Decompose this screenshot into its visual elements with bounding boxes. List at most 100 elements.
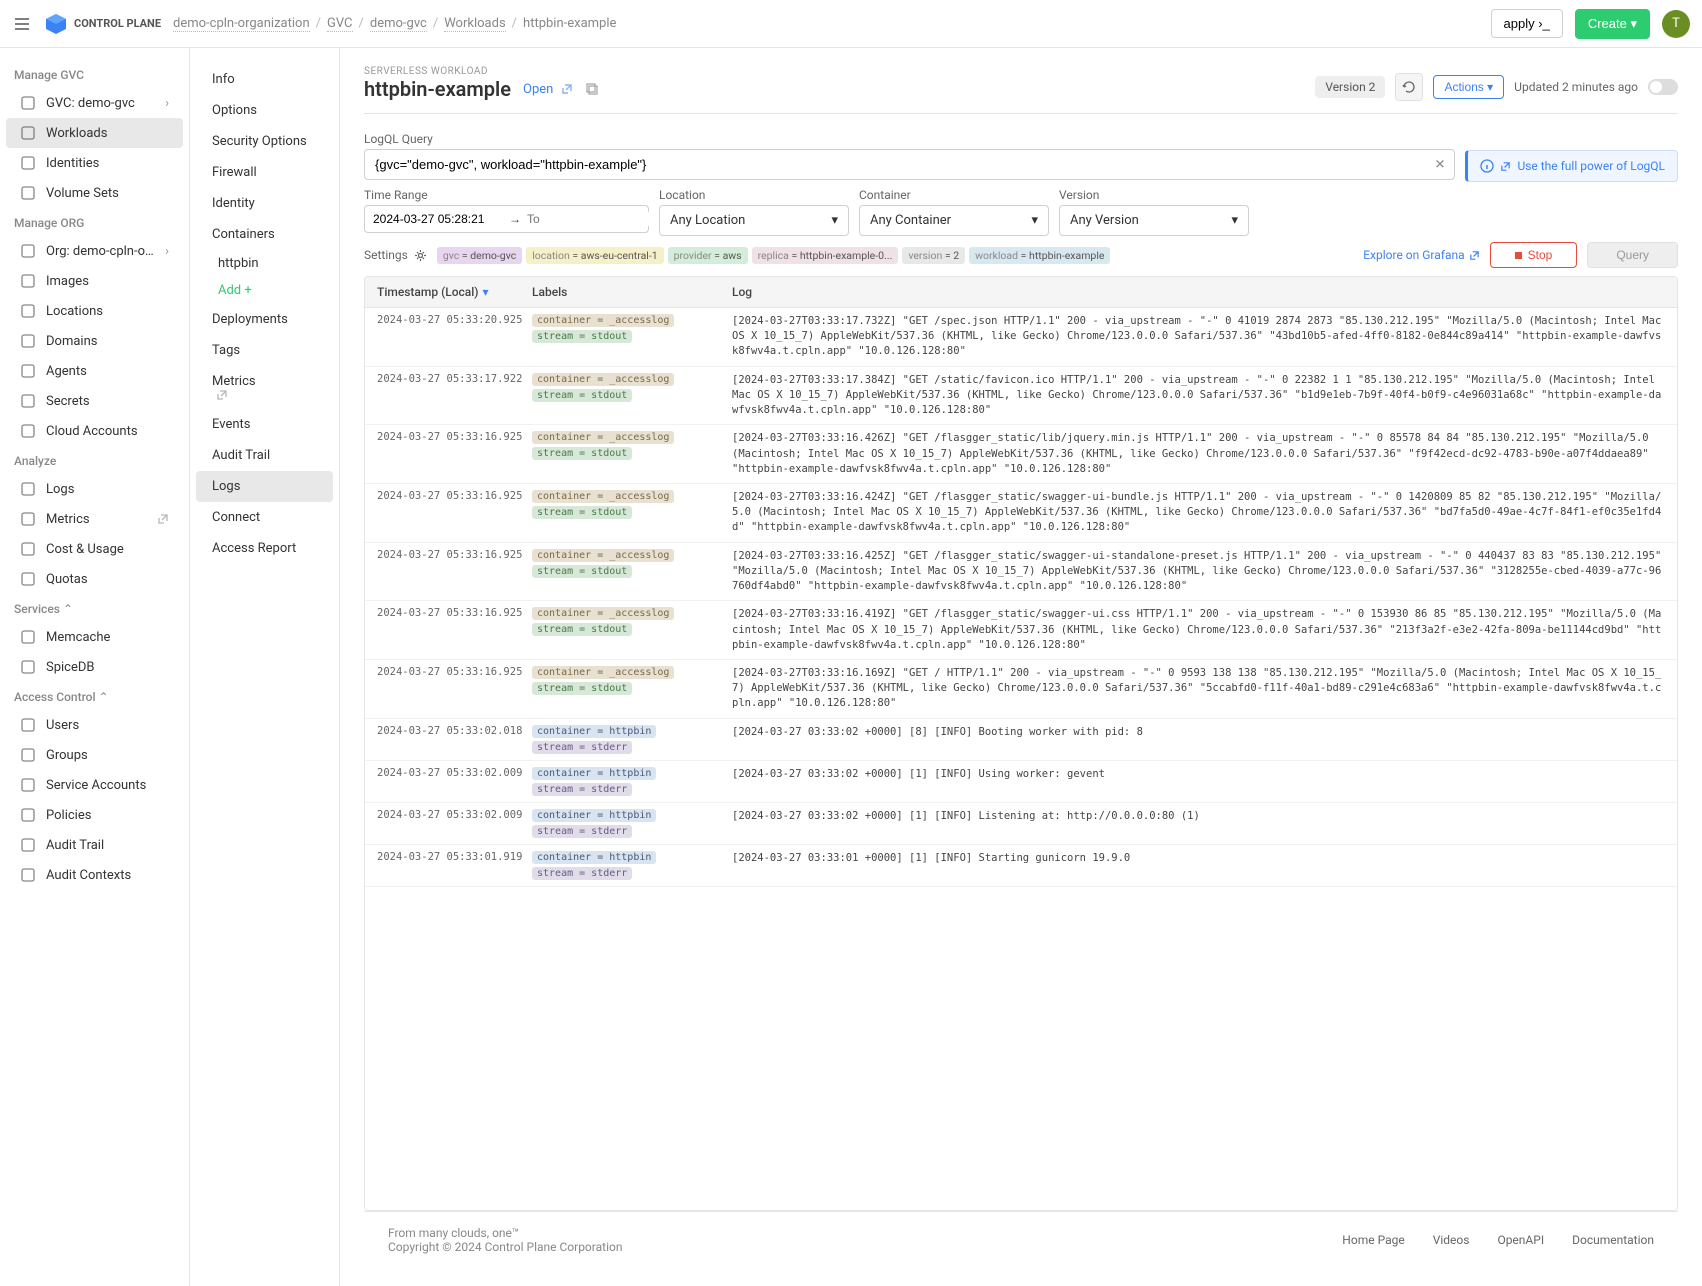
sidebar-item-org-demo-cpln-o-[interactable]: Org: demo-cpln-o...› — [6, 236, 183, 266]
subnav-deployments[interactable]: Deployments — [196, 304, 333, 335]
sidebar-item-gvc-demo-gvc[interactable]: GVC: demo-gvc› — [6, 88, 183, 118]
subnav-logs[interactable]: Logs — [196, 471, 333, 502]
label-chip: stream = stdout — [532, 623, 632, 636]
sidebar-item-logs[interactable]: Logs — [6, 474, 183, 504]
sidebar-item-memcache[interactable]: Memcache — [6, 622, 183, 652]
sidebar-item-policies[interactable]: Policies — [6, 800, 183, 830]
subnav-metrics[interactable]: Metrics — [196, 366, 333, 409]
actions-button[interactable]: Actions ▾ — [1433, 75, 1504, 99]
stop-button[interactable]: Stop — [1490, 242, 1578, 268]
log-row[interactable]: 2024-03-27 05:33:20.925container = _acce… — [365, 308, 1677, 367]
log-row[interactable]: 2024-03-27 05:33:02.009container = httpb… — [365, 803, 1677, 845]
log-row[interactable]: 2024-03-27 05:33:16.925container = _acce… — [365, 601, 1677, 660]
footer-link[interactable]: Documentation — [1572, 1233, 1654, 1247]
sidebar-item-metrics[interactable]: Metrics — [6, 504, 183, 534]
sidebar-item-groups[interactable]: Groups — [6, 740, 183, 770]
query-button[interactable]: Query — [1587, 242, 1678, 268]
sidebar-item-locations[interactable]: Locations — [6, 296, 183, 326]
time-to-input[interactable] — [527, 212, 657, 226]
open-link[interactable]: Open — [523, 82, 573, 97]
logo[interactable]: CONTROL PLANE — [44, 12, 161, 36]
log-row[interactable]: 2024-03-27 05:33:16.925container = _acce… — [365, 543, 1677, 602]
settings-label[interactable]: Settings — [364, 248, 427, 262]
sidebar-section-access[interactable]: Access Control ⌃ — [0, 682, 189, 710]
sidebar-item-audit-trail[interactable]: Audit Trail — [6, 830, 183, 860]
sidebar-item-volume-sets[interactable]: Volume Sets — [6, 178, 183, 208]
subnav-firewall[interactable]: Firewall — [196, 157, 333, 188]
logql-query-input[interactable] — [364, 149, 1455, 180]
logql-info-box[interactable]: Use the full power of LogQL — [1465, 150, 1678, 182]
log-row[interactable]: 2024-03-27 05:33:16.925container = _acce… — [365, 425, 1677, 484]
subnav-identity[interactable]: Identity — [196, 188, 333, 219]
subnav-info[interactable]: Info — [196, 64, 333, 95]
chevron-up-icon: ⌃ — [63, 602, 73, 616]
sidebar-section-services[interactable]: Services ⌃ — [0, 594, 189, 622]
sidebar-item-identities[interactable]: Identities — [6, 148, 183, 178]
auto-refresh-toggle[interactable] — [1648, 79, 1678, 95]
hamburger-icon[interactable] — [12, 14, 32, 34]
filter-chip[interactable]: version = 2 — [902, 247, 965, 264]
time-range-input[interactable]: → — [364, 205, 649, 233]
subnav-events[interactable]: Events — [196, 409, 333, 440]
filter-chip[interactable]: provider = aws — [668, 247, 748, 264]
log-row[interactable]: 2024-03-27 05:33:02.018container = httpb… — [365, 719, 1677, 761]
sidebar-item-audit-contexts[interactable]: Audit Contexts — [6, 860, 183, 890]
col-timestamp-header[interactable]: Timestamp (Local) ▾ — [377, 285, 532, 299]
subnav-add-container[interactable]: Add + — [190, 277, 339, 304]
external-link-icon — [1469, 250, 1480, 261]
sidebar-item-spicedb[interactable]: SpiceDB — [6, 652, 183, 682]
sidebar-item-cloud-accounts[interactable]: Cloud Accounts — [6, 416, 183, 446]
breadcrumb-item[interactable]: demo-cpln-organization — [173, 16, 310, 32]
subnav-options[interactable]: Options — [196, 95, 333, 126]
subnav-security-options[interactable]: Security Options — [196, 126, 333, 157]
sidebar-item-service-accounts[interactable]: Service Accounts — [6, 770, 183, 800]
refresh-button[interactable] — [1395, 73, 1423, 101]
location-select[interactable]: Any Location▾ — [659, 205, 849, 236]
container-select[interactable]: Any Container▾ — [859, 205, 1049, 236]
filter-chip[interactable]: gvc = demo-gvc — [437, 247, 522, 264]
breadcrumb-item: httpbin-example — [523, 16, 616, 31]
footer-link[interactable]: Home Page — [1342, 1233, 1404, 1247]
subnav-containers[interactable]: Containers — [196, 219, 333, 250]
user-avatar[interactable]: T — [1662, 10, 1690, 38]
breadcrumb-item[interactable]: GVC — [327, 16, 353, 32]
subnav-access-report[interactable]: Access Report — [196, 533, 333, 564]
filter-chip[interactable]: location = aws-eu-central-1 — [526, 247, 663, 264]
sidebar-item-domains[interactable]: Domains — [6, 326, 183, 356]
breadcrumb-item[interactable]: Workloads — [444, 16, 505, 32]
explore-grafana-link[interactable]: Explore on Grafana — [1363, 248, 1479, 262]
breadcrumbs: demo-cpln-organization/GVC/demo-gvc/Work… — [173, 16, 1479, 31]
clear-query-icon[interactable]: ✕ — [1435, 157, 1446, 172]
log-row[interactable]: 2024-03-27 05:33:17.922container = _acce… — [365, 367, 1677, 426]
log-row[interactable]: 2024-03-27 05:33:16.925container = _acce… — [365, 484, 1677, 543]
sidebar-item-users[interactable]: Users — [6, 710, 183, 740]
subnav-connect[interactable]: Connect — [196, 502, 333, 533]
subnav-audit-trail[interactable]: Audit Trail — [196, 440, 333, 471]
time-from-input[interactable] — [373, 212, 503, 226]
log-row[interactable]: 2024-03-27 05:33:02.009container = httpb… — [365, 761, 1677, 803]
label-chip: stream = stdout — [532, 506, 632, 519]
sidebar-item-agents[interactable]: Agents — [6, 356, 183, 386]
version-select[interactable]: Any Version▾ — [1059, 205, 1249, 236]
sidebar-item-quotas[interactable]: Quotas — [6, 564, 183, 594]
log-row[interactable]: 2024-03-27 05:33:16.925container = _acce… — [365, 660, 1677, 719]
sidebar-item-secrets[interactable]: Secrets — [6, 386, 183, 416]
log-row[interactable]: 2024-03-27 05:33:01.919container = httpb… — [365, 845, 1677, 887]
label-chip: container = _accesslog — [532, 549, 674, 562]
breadcrumb-item[interactable]: demo-gvc — [370, 16, 427, 32]
footer-link[interactable]: Videos — [1433, 1233, 1470, 1247]
sidebar-item-workloads[interactable]: Workloads — [6, 118, 183, 148]
sidebar-item-cost-usage[interactable]: Cost & Usage — [6, 534, 183, 564]
footer-link[interactable]: OpenAPI — [1497, 1233, 1544, 1247]
copy-icon[interactable] — [585, 82, 599, 96]
filter-chip[interactable]: workload = httpbin-example — [969, 247, 1110, 264]
subnav-container-httpbin[interactable]: httpbin — [190, 250, 339, 277]
apply-button[interactable]: apply ›_ — [1491, 9, 1563, 38]
page-header: SERVERLESS WORKLOAD httpbin-example Open… — [364, 66, 1678, 114]
sidebar-item-images[interactable]: Images — [6, 266, 183, 296]
main-content: SERVERLESS WORKLOAD httpbin-example Open… — [340, 48, 1702, 1286]
label-chip: container = _accesslog — [532, 666, 674, 679]
subnav-tags[interactable]: Tags — [196, 335, 333, 366]
create-button[interactable]: Create ▾ — [1575, 9, 1650, 39]
filter-chip[interactable]: replica = httpbin-example-0... — [752, 247, 899, 264]
